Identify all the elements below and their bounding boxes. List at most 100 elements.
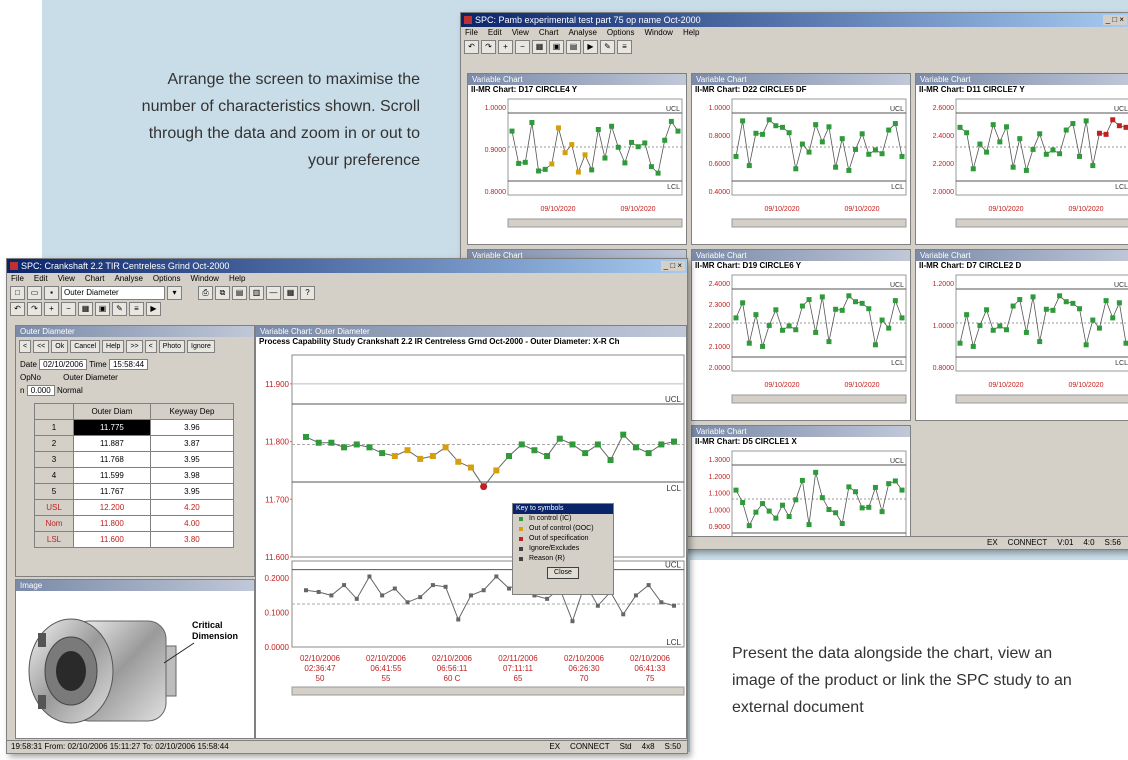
zoom-out-icon[interactable]: − (515, 40, 530, 54)
undo-icon[interactable]: ↶ (464, 40, 479, 54)
panel-button[interactable]: < (145, 340, 157, 353)
mini-chart[interactable]: UCLLCL1.30001.20001.10001.00000.90000.80… (692, 447, 910, 550)
keyway-dep-cell[interactable]: 3.95 (150, 452, 233, 468)
date-tick-label: 09/10/2020 (988, 206, 1023, 213)
x-point (417, 456, 423, 462)
paste-icon[interactable]: ▤ (232, 286, 247, 300)
info-icon[interactable]: ? (300, 286, 315, 300)
chevron-down-icon[interactable]: ▾ (167, 286, 182, 300)
panel-button[interactable]: Help (102, 340, 124, 353)
panel-button[interactable]: Photo (159, 340, 185, 353)
window-controls-icon[interactable]: _ □ × (1103, 15, 1127, 25)
panel-button[interactable]: Ok (51, 340, 68, 353)
data-point (1077, 154, 1082, 159)
print-icon[interactable]: ⎙ (198, 286, 213, 300)
panel-button[interactable]: >> (126, 340, 142, 353)
keyway-dep-cell[interactable]: 3.80 (150, 532, 233, 548)
panel-button[interactable]: Ignore (187, 340, 215, 353)
time-field[interactable]: 15:58:44 (109, 359, 148, 370)
mini-chart[interactable]: UCLLCL1.00000.90000.800009/10/202009/10/… (468, 95, 686, 244)
outer-diam-cell[interactable]: 12.200 (74, 500, 151, 516)
panel-button[interactable]: < (19, 340, 31, 353)
line-icon[interactable]: — (266, 286, 281, 300)
menu-analyse[interactable]: Analyse (114, 274, 142, 283)
list-icon[interactable]: ≡ (617, 40, 632, 54)
mini-chart[interactable]: UCLLCL1.00000.80000.60000.400009/10/2020… (692, 95, 910, 244)
upper-y-tick: 11.700 (265, 495, 289, 504)
zoom-out-icon[interactable]: − (61, 302, 76, 316)
fit-icon[interactable]: ▣ (95, 302, 110, 316)
keyway-dep-cell[interactable]: 3.96 (150, 420, 233, 436)
x-point (468, 465, 474, 471)
play-icon[interactable]: ▶ (146, 302, 161, 316)
outer-diam-cell[interactable]: 11.768 (74, 452, 151, 468)
menu-edit[interactable]: Edit (488, 28, 502, 37)
copy-icon[interactable]: ⧉ (215, 286, 230, 300)
menu-help[interactable]: Help (229, 274, 245, 283)
mini-chart[interactable]: UCLLCL2.40002.30002.20002.10002.000009/1… (692, 271, 910, 420)
n-field[interactable]: 0.000 (27, 385, 55, 396)
window-controls-icon[interactable]: _ □ × (661, 261, 685, 271)
undo-icon[interactable]: ↶ (10, 302, 25, 316)
data-point (734, 488, 739, 493)
menu-view[interactable]: View (512, 28, 529, 37)
mini-chart[interactable]: UCLLCL1.20001.00000.800009/10/202009/10/… (916, 271, 1128, 420)
menu-window[interactable]: Window (191, 274, 219, 283)
outer-diam-cell[interactable]: 11.887 (74, 436, 151, 452)
panel-button[interactable]: Cancel (70, 340, 100, 353)
keyway-dep-cell[interactable]: 4.00 (150, 516, 233, 532)
redo-icon[interactable]: ↷ (481, 40, 496, 54)
data-point (846, 293, 851, 298)
data-point (510, 129, 515, 134)
r-point (418, 595, 422, 599)
keyway-dep-cell[interactable]: 3.98 (150, 468, 233, 484)
menu-chart[interactable]: Chart (85, 274, 105, 283)
mini-chart[interactable]: UCLLCL2.60002.40002.20002.000009/10/2020… (916, 95, 1128, 244)
play-icon[interactable]: ▶ (583, 40, 598, 54)
save-icon[interactable]: ▪ (44, 286, 59, 300)
date-tick-label: 09/10/2020 (1068, 382, 1103, 389)
date-field[interactable]: 02/10/2006 (39, 359, 87, 370)
keyway-dep-cell[interactable]: 4.20 (150, 500, 233, 516)
menu-options[interactable]: Options (153, 274, 181, 283)
keyway-dep-cell[interactable]: 3.87 (150, 436, 233, 452)
menu-edit[interactable]: Edit (34, 274, 48, 283)
mini-chart-window: Variable ChartII-MR Chart: D22 CIRCLE5 D… (691, 73, 911, 245)
zoom-in-icon[interactable]: + (44, 302, 59, 316)
keyway-dep-cell[interactable]: 3.95 (150, 484, 233, 500)
menu-window[interactable]: Window (645, 28, 673, 37)
chart-icon[interactable]: ▤ (566, 40, 581, 54)
list-icon[interactable]: ≡ (129, 302, 144, 316)
redo-icon[interactable]: ↷ (27, 302, 42, 316)
zoom-in-icon[interactable]: + (498, 40, 513, 54)
characteristic-dropdown[interactable]: Outer Diameter (61, 286, 165, 300)
new-icon[interactable]: □ (10, 286, 25, 300)
menu-chart[interactable]: Chart (539, 28, 559, 37)
fit-icon[interactable]: ▣ (549, 40, 564, 54)
menu-options[interactable]: Options (607, 28, 635, 37)
outer-diam-cell[interactable]: 11.775 (74, 420, 151, 436)
grid-icon[interactable]: ▦ (78, 302, 93, 316)
panel-button[interactable]: << (33, 340, 49, 353)
menu-analyse[interactable]: Analyse (568, 28, 596, 37)
menu-view[interactable]: View (58, 274, 75, 283)
r-point (317, 590, 321, 594)
edit-icon[interactable]: ✎ (600, 40, 615, 54)
table-icon[interactable]: ▦ (283, 286, 298, 300)
outer-diam-cell[interactable]: 11.800 (74, 516, 151, 532)
menu-file[interactable]: File (11, 274, 24, 283)
close-button[interactable]: Close (547, 567, 579, 579)
front-menubar: File Edit View Chart Analyse Options Window Hel… (7, 273, 687, 285)
grid-icon[interactable]: ▦ (532, 40, 547, 54)
xr-chart[interactable]: 11.90011.80011.70011.6000.20000.10000.00… (256, 347, 686, 737)
open-icon[interactable]: ▭ (27, 286, 42, 300)
ucl-label: UCL (1114, 282, 1128, 289)
outer-diam-cell[interactable]: 11.599 (74, 468, 151, 484)
outer-diam-cell[interactable]: 11.600 (74, 532, 151, 548)
outer-diam-cell[interactable]: 11.767 (74, 484, 151, 500)
edit-icon[interactable]: ✎ (112, 302, 127, 316)
menu-help[interactable]: Help (683, 28, 699, 37)
menu-file[interactable]: File (465, 28, 478, 37)
x-point (443, 444, 449, 450)
bar-icon[interactable]: ▥ (249, 286, 264, 300)
